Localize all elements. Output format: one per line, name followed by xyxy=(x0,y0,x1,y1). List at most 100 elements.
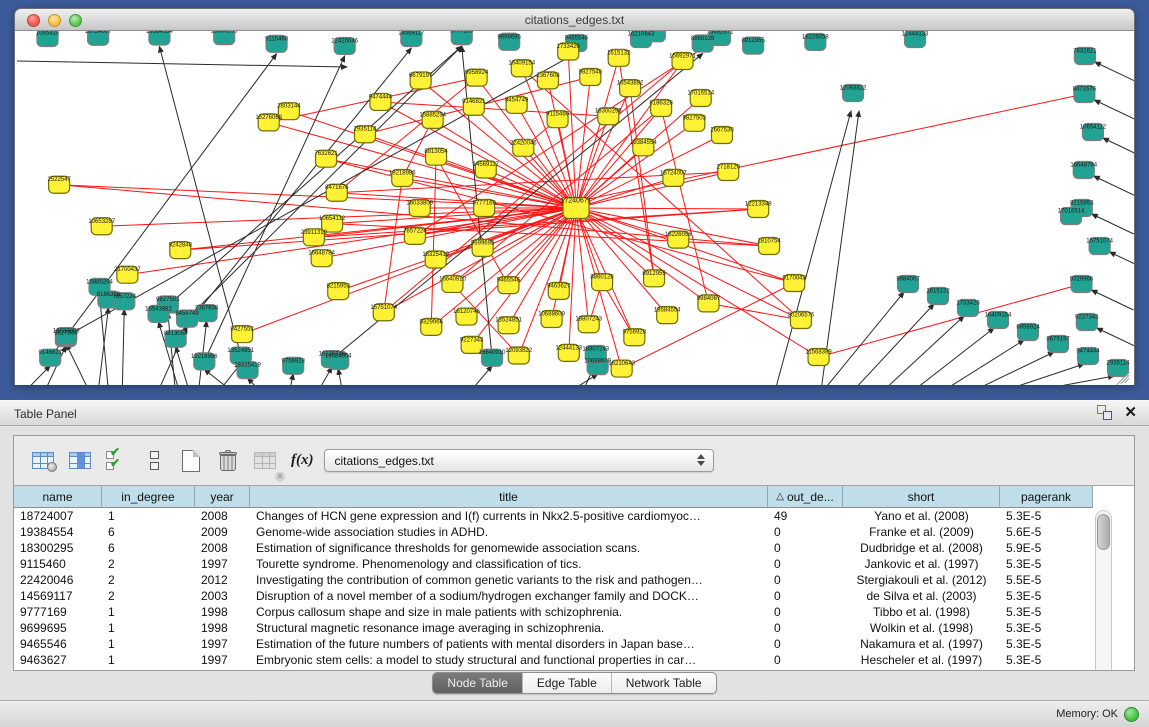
table-scrollbar-thumb[interactable] xyxy=(1097,514,1110,550)
svg-text:8912955: 8912955 xyxy=(642,271,666,277)
cell-pagerank: 5.3E-5 xyxy=(1000,605,1093,619)
cell-name: 19384554 xyxy=(14,525,102,539)
cell-short: Hescheler et al. (1997) xyxy=(843,653,1000,667)
column-header-out_de[interactable]: △out_de... xyxy=(768,486,843,508)
svg-text:1667530: 1667530 xyxy=(710,128,734,134)
table-source-dropdown[interactable]: citations_edges.txt xyxy=(324,449,714,472)
cell-name: 9465546 xyxy=(14,637,102,651)
network-window-title: citations_edges.txt xyxy=(15,13,1134,27)
float-panel-icon[interactable] xyxy=(1097,405,1112,420)
cell-pagerank: 5.5E-5 xyxy=(1000,573,1093,587)
cell-in_degree: 1 xyxy=(102,605,195,619)
cell-short: Yano et al. (2008) xyxy=(843,509,1000,523)
svg-text:17016514: 17016514 xyxy=(1058,209,1085,215)
column-header-title[interactable]: title xyxy=(250,486,768,508)
svg-text:6679197: 6679197 xyxy=(1046,337,1070,343)
cell-pagerank: 5.3E-5 xyxy=(1000,653,1093,667)
cell-name: 14569117 xyxy=(14,589,102,603)
status-bar: Memory: OK xyxy=(0,700,1149,727)
svg-text:9227343: 9227343 xyxy=(460,337,484,343)
table-row[interactable]: 1456911722003Disruption of a novel membe… xyxy=(14,588,1134,604)
svg-text:15885294: 15885294 xyxy=(419,112,446,118)
cell-in_degree: 2 xyxy=(102,589,195,603)
column-header-name[interactable]: name xyxy=(14,486,102,508)
column-visibility-icon[interactable] xyxy=(65,446,95,476)
svg-text:9827503: 9827503 xyxy=(156,297,180,303)
cell-short: Tibbo et al. (1998) xyxy=(843,605,1000,619)
svg-text:16210643: 16210643 xyxy=(608,361,635,367)
column-header-short[interactable]: short xyxy=(843,486,1000,508)
table-row[interactable]: 1938455462009Genome-wide association stu… xyxy=(14,524,1134,540)
svg-text:9474444: 9474444 xyxy=(1076,349,1100,355)
cell-year: 2012 xyxy=(195,573,250,587)
cell-name: 18300295 xyxy=(14,541,102,555)
cell-out_degree: 0 xyxy=(768,621,843,635)
table-row[interactable]: 977716911998Corpus callosum shape and si… xyxy=(14,604,1134,620)
svg-text:9329966: 9329966 xyxy=(1070,277,1094,283)
svg-text:15885294: 15885294 xyxy=(86,279,113,285)
table-row[interactable]: 1830029562008Estimation of significance … xyxy=(14,540,1134,556)
cell-year: 2009 xyxy=(195,525,250,539)
table-scrollbar[interactable] xyxy=(1095,510,1112,670)
function-builder-icon[interactable]: f(x) xyxy=(291,452,314,469)
svg-text:9463627: 9463627 xyxy=(547,283,571,289)
svg-text:19384554: 19384554 xyxy=(146,31,173,35)
tab-network-table[interactable]: Network Table xyxy=(612,673,716,693)
table-row[interactable]: 946554611997Estimation of the future num… xyxy=(14,636,1134,652)
memory-status-icon[interactable] xyxy=(1124,707,1139,722)
svg-text:9227343: 9227343 xyxy=(1075,315,1099,321)
tab-edge-table[interactable]: Edge Table xyxy=(523,673,612,693)
network-canvas[interactable]: 1065320187240071938455418300295911546022… xyxy=(15,31,1134,385)
cell-name: 9463627 xyxy=(14,653,102,667)
svg-text:6958924: 6958924 xyxy=(465,70,489,76)
table-row[interactable]: 911546021997Tourette syndrome. Phenomeno… xyxy=(14,556,1134,572)
column-header-year[interactable]: year xyxy=(195,486,250,508)
svg-text:15276068: 15276068 xyxy=(255,115,282,121)
cell-out_degree: 0 xyxy=(768,589,843,603)
table-row[interactable]: 1872400712008Changes of HCN gene express… xyxy=(14,508,1134,524)
cell-short: Nakamura et al. (1997) xyxy=(843,637,1000,651)
svg-text:18300295: 18300295 xyxy=(211,31,238,35)
table-row[interactable]: 946362711997Embryonic stem cells: a mode… xyxy=(14,652,1134,668)
svg-text:1615132: 1615132 xyxy=(607,50,631,56)
tab-node-table[interactable]: Node Table xyxy=(433,673,523,693)
row-height-icon[interactable] xyxy=(139,446,169,476)
table-row[interactable]: 2242004622012Investigating the contribut… xyxy=(14,572,1134,588)
svg-text:7857224: 7857224 xyxy=(113,294,137,300)
checklist-icon[interactable]: ✔✔ xyxy=(102,446,132,476)
svg-text:20206576: 20206576 xyxy=(788,313,815,319)
network-window-titlebar[interactable]: citations_edges.txt xyxy=(15,9,1134,31)
svg-text:12444133: 12444133 xyxy=(555,345,582,351)
table-row[interactable]: 969969511998Structural magnetic resonanc… xyxy=(14,620,1134,636)
svg-text:16648784: 16648784 xyxy=(1070,163,1097,169)
column-header-pagerank[interactable]: pagerank xyxy=(1000,486,1093,508)
svg-text:9115460: 9115460 xyxy=(546,112,570,118)
resize-grip[interactable] xyxy=(1115,366,1131,382)
svg-text:17240671: 17240671 xyxy=(560,198,591,205)
cell-in_degree: 2 xyxy=(102,557,195,571)
svg-text:12213349: 12213349 xyxy=(745,202,772,208)
table-options-icon[interactable] xyxy=(28,446,58,476)
table-panel-header: Table Panel ✕ xyxy=(0,400,1149,426)
close-panel-icon[interactable]: ✕ xyxy=(1124,405,1137,420)
svg-text:8186328: 8186328 xyxy=(649,101,673,107)
cell-title: Disruption of a novel member of a sodium… xyxy=(250,589,768,603)
cell-title: Changes of HCN gene expression and I(f) … xyxy=(250,509,768,523)
svg-text:16409154: 16409154 xyxy=(985,313,1012,319)
svg-text:12444133: 12444133 xyxy=(902,32,929,38)
new-column-icon[interactable] xyxy=(176,446,206,476)
svg-text:8454749: 8454749 xyxy=(505,97,529,103)
cell-pagerank: 5.6E-5 xyxy=(1000,525,1093,539)
cell-title: Corpus callosum shape and size in male p… xyxy=(250,605,768,619)
svg-text:9984067: 9984067 xyxy=(697,296,721,302)
svg-text:10688609: 10688609 xyxy=(538,311,565,317)
cell-in_degree: 2 xyxy=(102,573,195,587)
svg-text:16120746: 16120746 xyxy=(453,309,480,315)
delete-column-icon[interactable] xyxy=(213,446,243,476)
svg-text:17016514: 17016514 xyxy=(687,91,714,97)
svg-text:2803144: 2803144 xyxy=(277,104,301,110)
svg-text:10654112: 10654112 xyxy=(319,216,346,222)
column-header-in_degree[interactable]: in_degree xyxy=(102,486,195,508)
svg-text:16648784: 16648784 xyxy=(308,251,335,257)
svg-text:16543882: 16543882 xyxy=(617,81,644,87)
